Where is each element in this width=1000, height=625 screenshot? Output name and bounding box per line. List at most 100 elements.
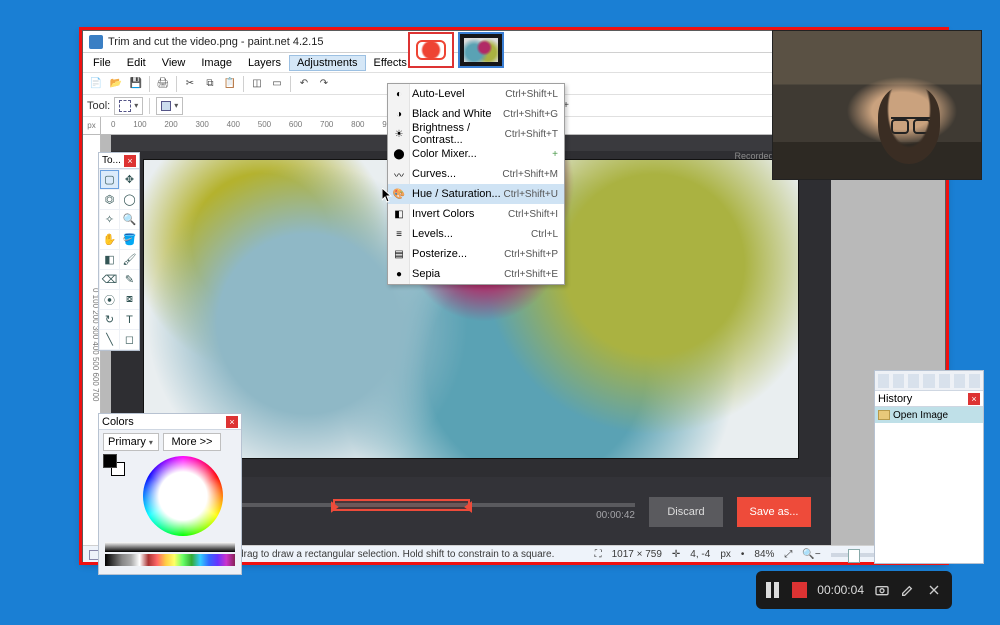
fg-color[interactable] (103, 454, 117, 468)
print-icon[interactable]: 🖨 (154, 75, 172, 93)
up-icon[interactable] (939, 374, 950, 388)
tool-move[interactable]: ✥ (120, 170, 139, 189)
menu-curves[interactable]: 〰 Curves... Ctrl+Shift+M (388, 164, 564, 184)
undo-icon[interactable]: ↶ (295, 75, 313, 93)
zoom-out-icon[interactable]: 🔍− (802, 549, 820, 560)
tool-combo[interactable]: ▾ (114, 97, 143, 115)
value-slider[interactable] (105, 542, 235, 552)
tool-lasso[interactable]: ⏣ (100, 190, 119, 209)
invert-icon: ◧ (390, 205, 408, 223)
layers-icon[interactable] (878, 374, 889, 388)
merge-icon[interactable] (923, 374, 934, 388)
tool-eraser[interactable]: ⌫ (100, 270, 119, 289)
copy-icon[interactable]: ⧉ (201, 75, 219, 93)
fit-icon[interactable]: ⤢ (784, 549, 792, 560)
save-as-button[interactable]: Save as... (737, 497, 811, 527)
trim-selection[interactable] (333, 499, 470, 511)
cursor-coords: 4, -4 (690, 549, 710, 560)
tool-zoom[interactable]: 🔍 (120, 210, 139, 229)
tool-fill[interactable]: 🪣 (120, 230, 139, 249)
cut-icon[interactable]: ✂ (181, 75, 199, 93)
timeline-times: 00:00:24 00:00:42 (177, 510, 635, 521)
palette-strip[interactable] (105, 554, 235, 566)
colors-title: Colors (102, 416, 134, 428)
crop-icon[interactable]: ◫ (248, 75, 266, 93)
tools-title: To... (102, 155, 121, 166)
discard-button[interactable]: Discard (649, 497, 723, 527)
tools-grid: ▢ ✥ ⏣ ◯ ✧ 🔍 ✋ 🪣 ◧ 🖌 ⌫ ✎ ⦿ ⧇ ↻ T ╲ ◻ (99, 169, 139, 350)
add-icon[interactable] (893, 374, 904, 388)
primary-label: Primary (108, 436, 146, 448)
tool-pan[interactable]: ✋ (100, 230, 119, 249)
tool-magic-wand[interactable]: ✧ (100, 210, 119, 229)
history-entry[interactable]: Open Image (875, 407, 983, 423)
close-icon[interactable] (926, 582, 942, 598)
timeline-track[interactable] (177, 503, 635, 507)
tool-color-picker[interactable]: ⦿ (100, 290, 119, 309)
tools-palette[interactable]: To... × ▢ ✥ ⏣ ◯ ✧ 🔍 ✋ 🪣 ◧ 🖌 ⌫ ✎ ⦿ ⧇ ↻ T … (98, 152, 140, 351)
unit-label[interactable]: px (720, 549, 731, 560)
save-icon[interactable]: 💾 (127, 75, 145, 93)
menu-edit[interactable]: Edit (119, 55, 154, 71)
selection-mode-combo[interactable]: ▾ (156, 97, 183, 115)
menu-view[interactable]: View (154, 55, 194, 71)
document-tab-1[interactable] (408, 32, 454, 68)
pause-button[interactable] (766, 582, 782, 598)
history-panel[interactable]: History × Open Image (874, 370, 984, 564)
time-total: 00:00:42 (596, 510, 635, 521)
menu-file[interactable]: File (85, 55, 119, 71)
colors-header[interactable]: Colors × (99, 414, 241, 430)
open-icon[interactable]: 📂 (107, 75, 125, 93)
color-wheel[interactable] (143, 456, 223, 536)
timeline[interactable]: 00:00:24 00:00:42 (177, 503, 635, 521)
primary-secondary-combo[interactable]: Primary ▾ (103, 433, 159, 451)
tool-rectangle-select[interactable]: ▢ (100, 170, 119, 189)
tools-header[interactable]: To... × (99, 153, 139, 169)
menu-auto-level[interactable]: ◐ Auto-Level Ctrl+Shift+L (388, 84, 564, 104)
redo-icon[interactable]: ↷ (315, 75, 333, 93)
screenshot-icon[interactable] (874, 582, 890, 598)
menu-hue-saturation[interactable]: 🎨 Hue / Saturation... Ctrl+Shift+U (388, 184, 564, 204)
autolevel-icon: ◐ (390, 85, 408, 103)
color-picker-handle[interactable] (180, 499, 186, 505)
new-icon[interactable]: 📄 (87, 75, 105, 93)
color-swatches[interactable] (103, 454, 125, 476)
close-icon[interactable]: × (124, 155, 136, 167)
menu-posterize[interactable]: ▤ Posterize... Ctrl+Shift+P (388, 244, 564, 264)
paste-icon[interactable]: 📋 (221, 75, 239, 93)
tool-gradient[interactable]: ◧ (100, 250, 119, 269)
tool-ellipse-select[interactable]: ◯ (120, 190, 139, 209)
colors-palette[interactable]: Colors × Primary ▾ More >> (98, 413, 242, 575)
menu-color-mixer[interactable]: ⬤ Color Mixer... + (388, 144, 564, 164)
menu-invert[interactable]: ◧ Invert Colors Ctrl+Shift+I (388, 204, 564, 224)
history-header[interactable]: History × (875, 391, 983, 407)
close-icon[interactable]: × (226, 416, 238, 428)
tool-line[interactable]: ╲ (100, 330, 119, 349)
history-toolbar (875, 371, 983, 391)
tool-clone[interactable]: ⧇ (120, 290, 139, 309)
recorder-bar[interactable]: 00:00:04 (756, 571, 952, 609)
menu-adjustments[interactable]: Adjustments (289, 55, 366, 71)
menu-layers[interactable]: Layers (240, 55, 289, 71)
wrench-icon[interactable] (969, 374, 980, 388)
annotate-icon[interactable] (900, 582, 916, 598)
webcam-overlay (772, 30, 982, 180)
menu-sepia[interactable]: ● Sepia Ctrl+Shift+E (388, 264, 564, 284)
dup-icon[interactable] (908, 374, 919, 388)
deselect-icon[interactable]: ▭ (268, 75, 286, 93)
menu-black-white[interactable]: ◑ Black and White Ctrl+Shift+G (388, 104, 564, 124)
more-button[interactable]: More >> (163, 433, 221, 451)
plugin-indicator-icon: + (552, 149, 558, 160)
down-icon[interactable] (954, 374, 965, 388)
tool-pencil[interactable]: ✎ (120, 270, 139, 289)
tool-brush[interactable]: 🖌 (120, 250, 139, 269)
menu-image[interactable]: Image (193, 55, 240, 71)
tool-shape[interactable]: ◻ (120, 330, 139, 349)
document-tab-2[interactable] (458, 32, 504, 68)
tool-recolor[interactable]: ↻ (100, 310, 119, 329)
close-icon[interactable]: × (968, 393, 980, 405)
tool-text[interactable]: T (120, 310, 139, 329)
menu-levels[interactable]: ≡ Levels... Ctrl+L (388, 224, 564, 244)
menu-brightness-contrast[interactable]: ☀ Brightness / Contrast... Ctrl+Shift+T (388, 124, 564, 144)
record-button[interactable] (792, 582, 808, 598)
